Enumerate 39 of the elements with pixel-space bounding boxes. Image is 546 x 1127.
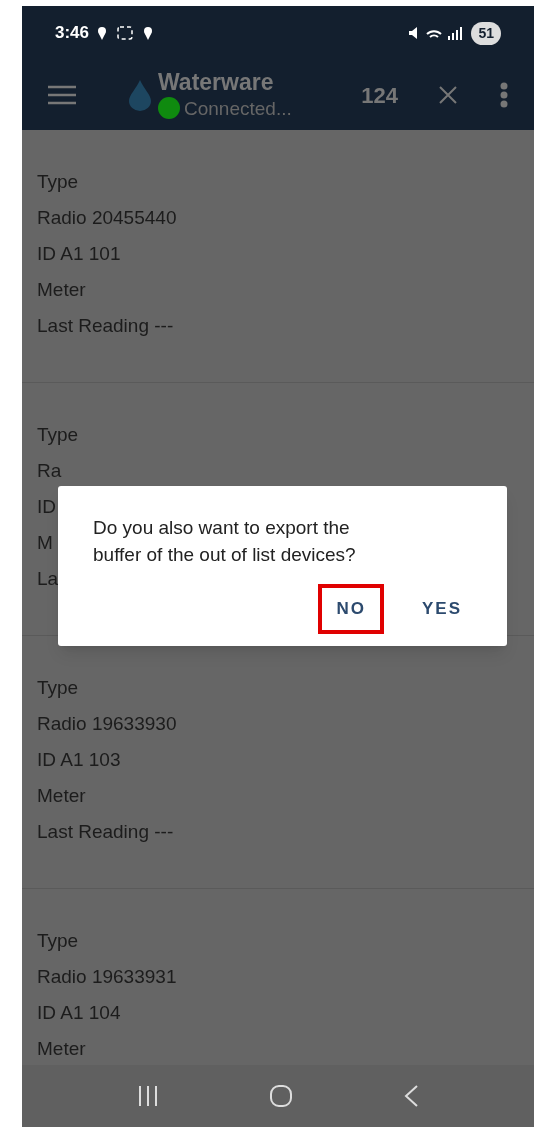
device-detail: Type (37, 676, 79, 700)
back-icon[interactable] (403, 1084, 419, 1108)
device-detail: Radio 19633931 (37, 965, 177, 989)
screenshot-icon (117, 26, 134, 40)
device-detail: Last Reading --- (37, 314, 174, 338)
dialog-button[interactable]: NO (318, 584, 384, 634)
device-detail: Meter (37, 278, 86, 302)
menu-icon[interactable] (48, 85, 76, 105)
app-title: Waterware (158, 71, 275, 94)
device-detail: M (37, 531, 53, 555)
battery-level: 51 (471, 21, 501, 45)
location-pin-icon (97, 25, 108, 41)
device-count: 124 (361, 81, 398, 110)
device-detail: Last Reading --- (37, 820, 174, 844)
more-options-icon[interactable] (500, 82, 508, 108)
device-detail: Type (37, 929, 79, 953)
status-time: 3:46 (55, 22, 90, 45)
device-detail: Type (37, 423, 79, 447)
wifi-icon (426, 28, 443, 38)
signal-icon (448, 26, 464, 40)
water-drop-icon (128, 79, 152, 111)
device-detail: La (37, 567, 59, 591)
dialog-message: Do you also want to export the buffer of the out of list devices? (93, 516, 357, 567)
device-detail: ID A1 104 (37, 1001, 121, 1025)
dialog-button[interactable]: YES (403, 584, 480, 634)
connection-status: Connected... (184, 98, 292, 118)
device-detail: Radio 19633930 (37, 712, 177, 736)
close-icon[interactable] (438, 85, 458, 105)
recent-apps-icon[interactable] (137, 1085, 159, 1107)
device-detail: ID A1 103 (37, 748, 121, 772)
location-pin-icon (143, 25, 154, 41)
device-detail: Meter (37, 784, 86, 808)
device-detail: ID A1 101 (37, 242, 121, 266)
device-detail: Ra (37, 459, 62, 483)
device-detail: ID (37, 495, 56, 519)
device-detail: Radio 20455440 (37, 206, 177, 230)
device-detail: Meter (37, 1037, 86, 1061)
home-icon[interactable] (269, 1084, 293, 1108)
device-detail: Type (37, 170, 79, 194)
